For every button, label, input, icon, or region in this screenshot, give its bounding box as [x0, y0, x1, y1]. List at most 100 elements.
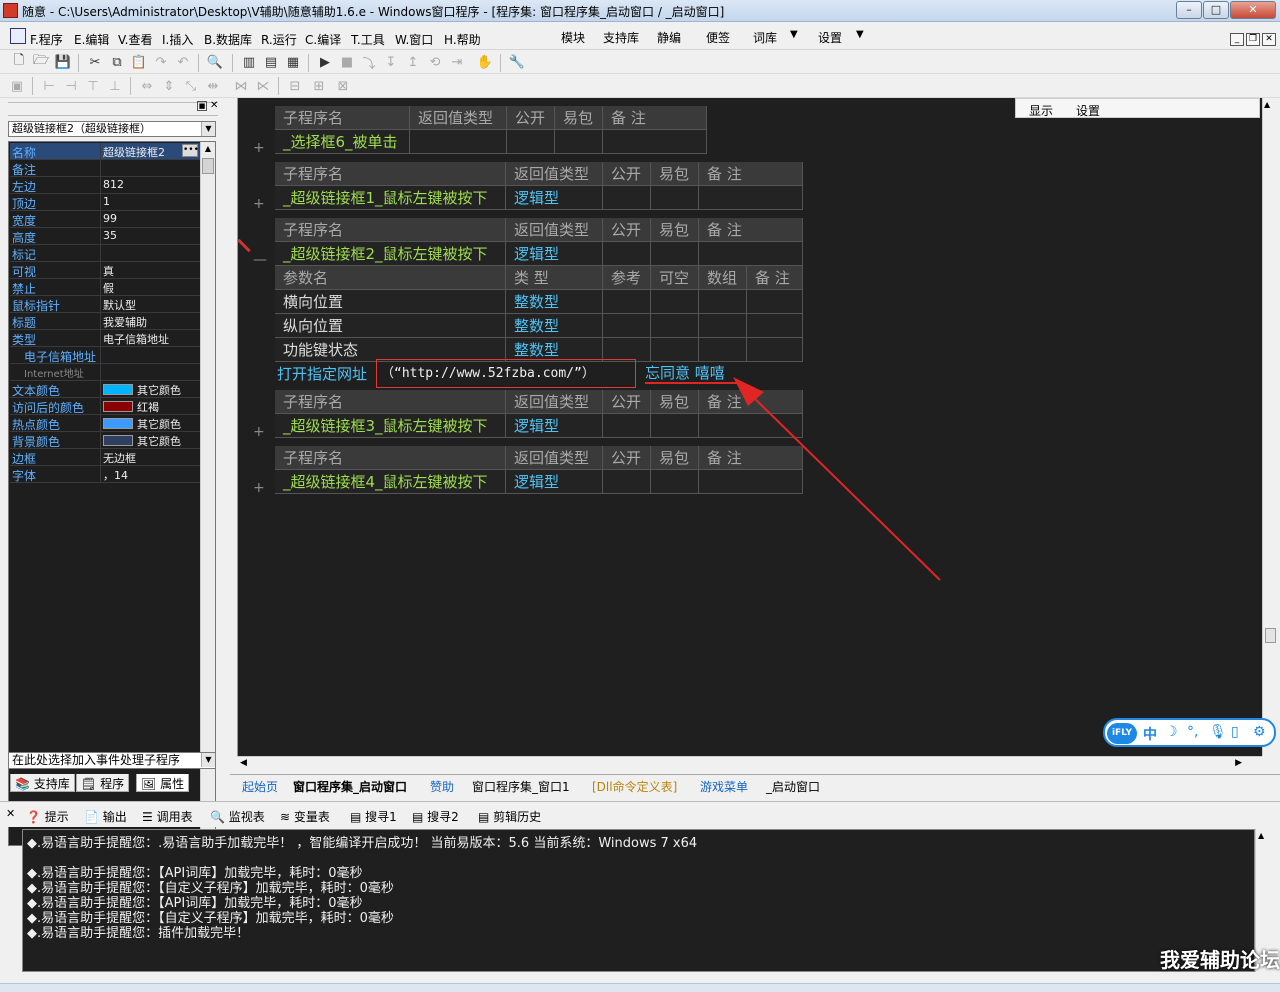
minimize-button[interactable]: –	[1176, 1, 1202, 19]
param-ref[interactable]	[603, 290, 651, 314]
menu-module[interactable]: 模块	[561, 29, 585, 46]
return-type[interactable]: 逻辑型	[506, 186, 603, 210]
editor-tab[interactable]: [Dll命令定义表]	[592, 778, 677, 795]
fold-toggle-icon[interactable]: +	[253, 424, 265, 440]
menu-settings[interactable]: 设置	[818, 29, 842, 46]
breakpoint-icon[interactable]	[237, 238, 251, 253]
menu-tools[interactable]: T.工具	[351, 31, 385, 48]
editor-tab[interactable]: 游戏菜单	[700, 778, 748, 795]
editor-horizontal-scrollbar[interactable]: ◀ ▶	[237, 756, 1262, 772]
punctuation-icon[interactable]: °,	[1187, 724, 1198, 740]
new-file-icon[interactable]: 🗋	[10, 53, 28, 71]
copy-icon[interactable]: ⧉	[108, 53, 126, 71]
menu-help[interactable]: H.帮助	[444, 31, 481, 48]
fold-toggle-icon[interactable]: —	[253, 252, 267, 268]
subroutine-name[interactable]: _超级链接框2_鼠标左键被按下	[275, 242, 506, 266]
subroutine-name[interactable]: _超级链接框1_鼠标左键被按下	[275, 186, 506, 210]
menu-insert[interactable]: I.插入	[162, 31, 193, 48]
center-h-icon[interactable]: ⊟	[286, 77, 304, 95]
run-icon[interactable]: ▶	[316, 53, 334, 71]
fold-toggle-icon[interactable]: +	[253, 140, 265, 156]
fold-toggle-icon[interactable]: +	[253, 196, 265, 212]
param-name[interactable]: 纵向位置	[275, 314, 506, 338]
step-back-icon[interactable]: ⟲	[426, 53, 444, 71]
settings-dropdown-icon[interactable]: ▼	[856, 29, 864, 40]
select-all-icon[interactable]: ▣	[8, 77, 26, 95]
step-into-icon[interactable]: ⤵	[360, 53, 378, 72]
hspace-icon[interactable]: ⇹	[204, 77, 222, 95]
property-row[interactable]: 顶边 1	[10, 194, 200, 211]
menu-edit[interactable]: E.编辑	[74, 31, 109, 48]
panel-grip[interactable]	[8, 102, 218, 116]
editor-tab[interactable]: 窗口程序集_窗口1	[472, 778, 570, 795]
output-tab[interactable]: ▤ 搜寻1	[350, 808, 397, 825]
panel-close-icon[interactable]: ✕	[210, 101, 220, 111]
menu-support-lib[interactable]: 支持库	[603, 29, 639, 46]
public-flag[interactable]	[603, 186, 651, 210]
same-width-icon[interactable]: ⇔	[138, 77, 156, 95]
tab-properties[interactable]: 🖼 属性	[136, 774, 190, 792]
output-tab[interactable]: ▤ 搜寻2	[412, 808, 459, 825]
property-row[interactable]: 背景颜色 其它颜色	[10, 432, 200, 449]
undo-icon[interactable]: ↶	[174, 53, 192, 71]
mdi-restore-button[interactable]: ❐	[1246, 33, 1260, 46]
vspace-equal-icon[interactable]: ⋉	[254, 77, 272, 95]
close-button[interactable]: ✕	[1230, 1, 1276, 19]
editor-tab[interactable]: _启动窗口	[766, 778, 820, 795]
center-v-icon[interactable]: ⊞	[310, 77, 328, 95]
param-nullable[interactable]	[651, 314, 699, 338]
event-handler-selector[interactable]: 在此处选择加入事件处理子程序 ▼	[8, 752, 216, 769]
output-tab[interactable]: 🔍 监视表	[210, 808, 265, 825]
subroutine-name[interactable]: _选择框6_被单击	[275, 130, 410, 154]
center-both-icon[interactable]: ⊠	[334, 77, 352, 95]
editor-tab[interactable]: 赞助	[430, 778, 454, 795]
menu-view[interactable]: V.查看	[118, 31, 152, 48]
layout-top-icon[interactable]: ▤	[262, 53, 280, 71]
property-row[interactable]: 标题 我爱辅助	[10, 313, 200, 330]
same-height-icon[interactable]: ⇕	[160, 77, 178, 95]
param-type[interactable]: 整数型	[506, 314, 603, 338]
property-row[interactable]: 宽度 99	[10, 211, 200, 228]
align-top-icon[interactable]: ⊤	[84, 77, 102, 95]
return-type[interactable]: 逻辑型	[506, 242, 603, 266]
output-tab[interactable]: ☰ 调用表	[142, 808, 193, 825]
menu-lexicon[interactable]: 词库	[753, 29, 777, 46]
easy-pack-flag[interactable]	[651, 186, 699, 210]
hspace-equal-icon[interactable]: ⋈	[232, 77, 250, 95]
output-tab[interactable]: ▤ 剪辑历史	[478, 808, 541, 825]
menu-static-compile[interactable]: 静编	[657, 29, 681, 46]
paste-icon[interactable]: 📋	[130, 53, 148, 71]
easy-pack-flag[interactable]	[651, 242, 699, 266]
ellipsis-button[interactable]: •••	[182, 144, 199, 157]
save-icon[interactable]: 💾	[54, 53, 72, 71]
chevron-down-icon[interactable]: ▼	[201, 122, 215, 136]
menu-program[interactable]: F.程序	[30, 31, 63, 48]
property-row[interactable]: 文本颜色 其它颜色	[10, 381, 200, 398]
cut-icon[interactable]: ✂	[86, 53, 104, 71]
menu-notes[interactable]: 便签	[706, 29, 730, 46]
param-array[interactable]	[699, 290, 747, 314]
panel-close-icon[interactable]: ✕	[6, 807, 15, 820]
param-ref[interactable]	[603, 314, 651, 338]
mdi-close-button[interactable]: ✕	[1262, 33, 1276, 46]
step-out-icon[interactable]: ↥	[404, 53, 422, 71]
ime-mode-indicator[interactable]: 中	[1143, 724, 1157, 744]
param-note[interactable]	[747, 338, 803, 362]
property-row[interactable]: 热点颜色 其它颜色	[10, 415, 200, 432]
return-type[interactable]: 逻辑型	[506, 414, 603, 438]
property-row[interactable]: 访问后的颜色 红褐	[10, 398, 200, 415]
property-row[interactable]: Internet地址	[10, 364, 200, 381]
property-row[interactable]: 备注	[10, 160, 200, 177]
property-scrollbar[interactable]: ▲ ▼	[200, 142, 215, 845]
chevron-down-icon[interactable]: ▼	[201, 753, 215, 767]
param-nullable[interactable]	[651, 290, 699, 314]
return-type[interactable]: 逻辑型	[506, 470, 603, 494]
subroutine-note[interactable]	[699, 186, 803, 210]
same-size-icon[interactable]: ⤡	[182, 77, 200, 95]
fold-toggle-icon[interactable]: +	[253, 480, 265, 496]
public-flag[interactable]	[507, 130, 555, 154]
property-row[interactable]: 类型 电子信箱地址	[10, 330, 200, 347]
tab-support-lib[interactable]: 📚 支持库	[10, 774, 75, 792]
run-to-cursor-icon[interactable]: ⇥	[448, 53, 466, 71]
microphone-icon[interactable]: 🎙	[1209, 724, 1227, 740]
